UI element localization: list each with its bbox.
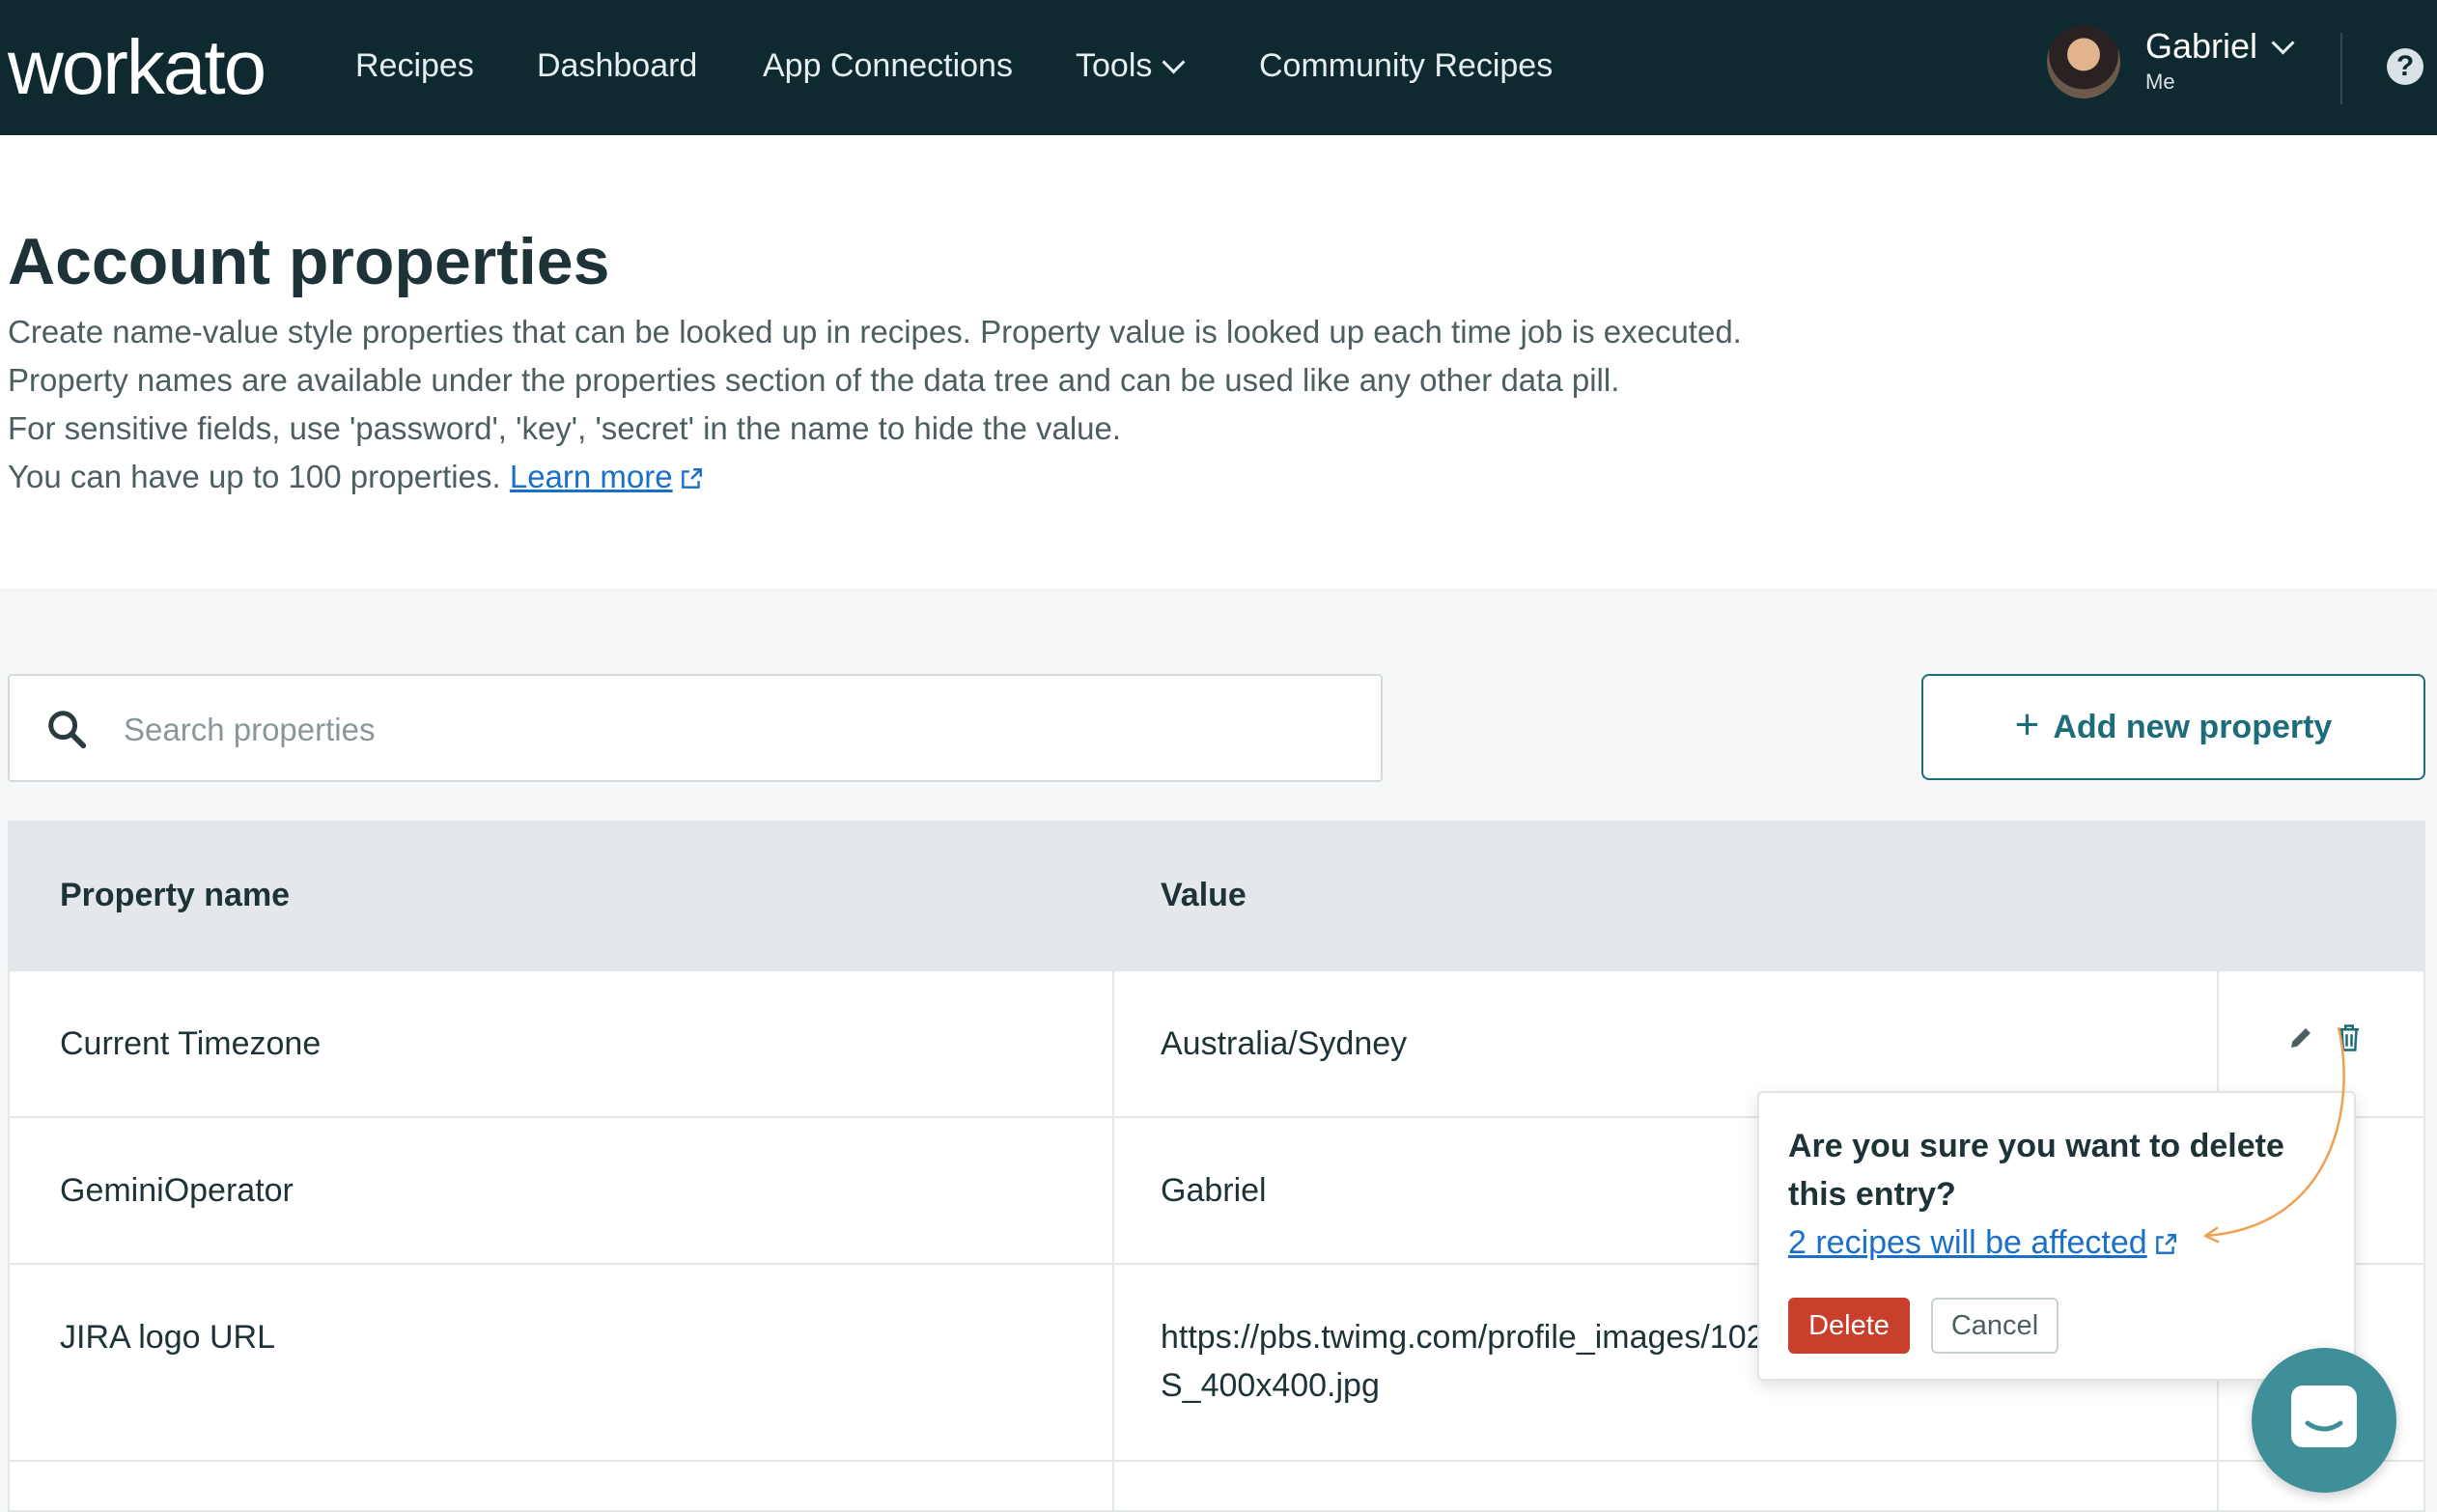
table-header: Property name Value bbox=[10, 823, 2423, 969]
user-role: Me bbox=[2145, 70, 2175, 94]
user-name: Gabriel bbox=[2145, 26, 2258, 66]
description-line: Property names are available under the p… bbox=[8, 362, 1620, 398]
nav-recipes[interactable]: Recipes bbox=[355, 39, 474, 93]
property-value-line: https://pbs.twimg.com/profile_images/102 bbox=[1161, 1319, 1765, 1356]
search-input[interactable] bbox=[122, 695, 1361, 765]
description-line: You can have up to 100 properties. bbox=[8, 459, 501, 494]
nav-dashboard[interactable]: Dashboard bbox=[537, 39, 697, 93]
column-header-value: Value bbox=[1161, 877, 1247, 913]
help-icon[interactable]: ? bbox=[2387, 48, 2423, 85]
description-limit: You can have up to 100 properties. Learn… bbox=[8, 454, 704, 500]
workato-logo[interactable]: workato bbox=[8, 19, 266, 116]
delete-confirm-popover: Are you sure you want to delete this ent… bbox=[1757, 1091, 2356, 1381]
plus-icon: + bbox=[2014, 701, 2040, 748]
top-nav: workato Recipes Dashboard App Connection… bbox=[0, 0, 2437, 135]
delete-button[interactable]: Delete bbox=[1788, 1298, 1910, 1354]
property-value-line: S_400x400.jpg bbox=[1161, 1367, 1380, 1404]
cancel-button[interactable]: Cancel bbox=[1931, 1298, 2059, 1354]
avatar[interactable] bbox=[2047, 25, 2120, 98]
chat-icon bbox=[2291, 1386, 2357, 1447]
page-header: Account properties Create name-value sty… bbox=[0, 135, 2437, 589]
edit-pencil-icon[interactable] bbox=[2286, 1022, 2315, 1054]
affected-recipes-label: 2 recipes will be affected bbox=[1788, 1224, 2147, 1261]
row-actions bbox=[2286, 1022, 2364, 1054]
description-line: Create name-value style properties that … bbox=[8, 314, 1742, 350]
affected-recipes-link[interactable]: 2 recipes will be affected bbox=[1788, 1218, 2178, 1267]
property-value: Gabriel bbox=[1161, 1172, 1267, 1209]
nav-app-connections[interactable]: App Connections bbox=[763, 39, 1013, 93]
nav-divider bbox=[2340, 33, 2342, 104]
property-name: Current Timezone bbox=[60, 1025, 322, 1062]
page-title: Account properties bbox=[8, 225, 610, 298]
learn-more-label: Learn more bbox=[509, 459, 673, 494]
delete-confirm-question: Are you sure you want to delete this ent… bbox=[1788, 1128, 2284, 1213]
chevron-down-icon bbox=[2271, 30, 2295, 55]
chat-launcher-button[interactable] bbox=[2252, 1348, 2396, 1493]
search-icon bbox=[48, 711, 87, 749]
add-property-label: Add new property bbox=[2053, 708, 2333, 745]
add-property-button[interactable]: + Add new property bbox=[1921, 674, 2425, 780]
property-name: JIRA logo URL bbox=[60, 1319, 275, 1356]
nav-tools[interactable]: Tools bbox=[1076, 39, 1186, 93]
learn-more-link[interactable]: Learn more bbox=[510, 459, 704, 494]
column-header-name: Property name bbox=[60, 877, 291, 913]
external-link-icon bbox=[681, 468, 702, 490]
table-row[interactable] bbox=[10, 1460, 2423, 1510]
description-line: For sensitive fields, use 'password', 'k… bbox=[8, 410, 1122, 446]
nav-community-recipes[interactable]: Community Recipes bbox=[1259, 39, 1553, 93]
property-name: GeminiOperator bbox=[60, 1172, 294, 1209]
search-box bbox=[8, 674, 1383, 782]
chevron-down-icon bbox=[1162, 49, 1186, 74]
property-value: Australia/Sydney bbox=[1161, 1025, 1408, 1062]
nav-tools-label: Tools bbox=[1076, 47, 1153, 84]
user-menu[interactable]: Gabriel bbox=[2145, 23, 2295, 70]
trash-icon[interactable] bbox=[2335, 1022, 2364, 1054]
external-link-icon bbox=[2155, 1234, 2176, 1254]
